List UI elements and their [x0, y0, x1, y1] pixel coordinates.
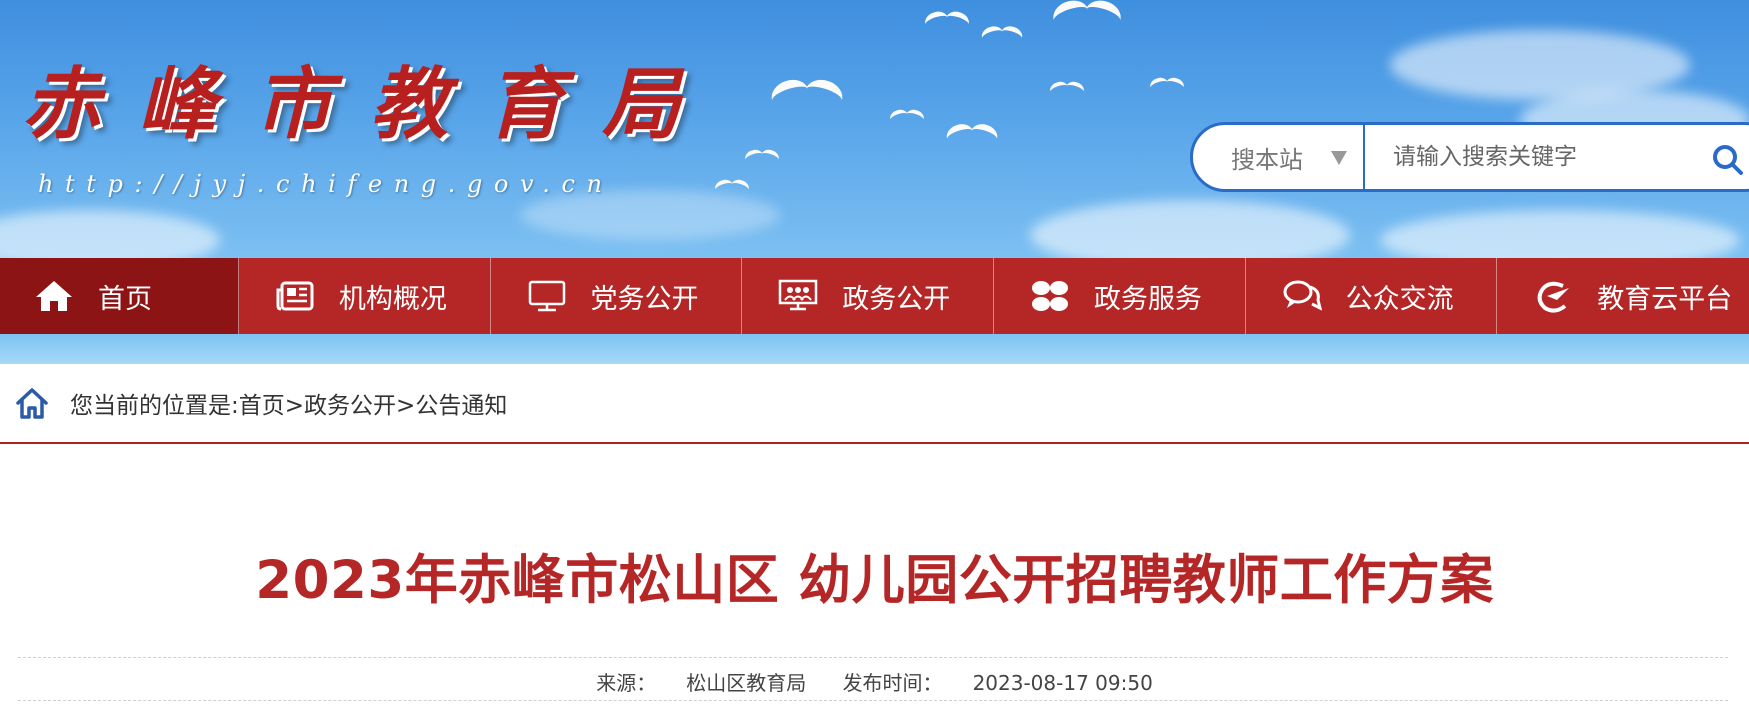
dove-icon [947, 125, 998, 146]
dove-icon [1150, 78, 1184, 92]
newspaper-icon [276, 281, 314, 311]
main-nav: 首页 机构概况 党务公开 政务公开 政务服务 公众交流 教育云平台 [0, 258, 1749, 334]
dove-icon [982, 27, 1023, 44]
breadcrumb-link-home[interactable]: 首页 [239, 393, 285, 419]
nav-item-label: 公众交流 [1345, 283, 1454, 315]
article-source: 来源： 松山区教育局 [596, 671, 806, 695]
breadcrumb-separator: > [284, 393, 305, 419]
presentation-icon [778, 279, 818, 311]
breadcrumb-link-notices[interactable]: 公告通知 [415, 393, 507, 419]
nav-item-label: 政务服务 [1093, 283, 1202, 315]
search-scope-label: 搜本站 [1231, 145, 1303, 174]
divider [18, 700, 1728, 701]
dove-icon [771, 80, 842, 109]
dove-icon [890, 110, 924, 124]
breadcrumb-path: 您当前的位置是:首页>政务公开>公告通知 [70, 386, 507, 420]
home-outline-icon [16, 388, 48, 419]
divider [18, 657, 1728, 658]
breadcrumb-link-government-affairs[interactable]: 政务公开 [304, 393, 396, 419]
article-title: 2023年赤峰市松山区 幼儿园公开招聘教师工作方案 [255, 550, 1494, 611]
breadcrumb-prefix: 您当前的位置是: [70, 393, 239, 419]
nav-item-label: 党务公开 [590, 283, 699, 315]
nav-item-party-affairs[interactable]: 党务公开 [491, 258, 743, 334]
nav-item-edu-cloud[interactable]: 教育云平台 [1497, 258, 1749, 334]
site-url: http://jyj.chifeng.gov.cn [38, 170, 614, 198]
article-meta: 来源： 松山区教育局 发布时间： 2023-08-17 09:50 [0, 667, 1749, 696]
breadcrumb: 您当前的位置是:首页>政务公开>公告通知 [0, 364, 1749, 444]
dove-icon [715, 180, 749, 194]
nav-item-label: 机构概况 [338, 283, 447, 315]
dove-icon [745, 150, 779, 164]
grid-icon [1031, 281, 1068, 311]
nav-item-label: 政务公开 [842, 283, 951, 315]
search-scope-select[interactable]: 搜本站 [1193, 125, 1365, 189]
nav-item-government-affairs[interactable]: 政务公开 [742, 258, 994, 334]
nav-item-organization[interactable]: 机构概况 [239, 258, 491, 334]
publish-value: 2023-08-17 09:50 [972, 671, 1153, 695]
nav-item-home[interactable]: 首页 [0, 258, 239, 334]
monitor-icon [528, 280, 565, 312]
header-banner: 赤峰市教育局 http://jyj.chifeng.gov.cn 搜本站 首页 [0, 0, 1749, 364]
home-icon [36, 281, 72, 311]
nav-item-label: 教育云平台 [1597, 283, 1733, 315]
source-label: 来源： [596, 671, 657, 695]
breadcrumb-separator: > [396, 393, 416, 419]
search-icon[interactable] [1711, 143, 1745, 177]
nav-item-government-services[interactable]: 政务服务 [994, 258, 1246, 334]
search-input[interactable] [1365, 125, 1665, 189]
source-value: 松山区教育局 [686, 671, 807, 695]
edu-cloud-icon [1537, 281, 1570, 313]
article-publish-time: 发布时间： 2023-08-17 09:50 [843, 671, 1153, 695]
dropdown-triangle-icon [1331, 151, 1347, 165]
nav-item-public-exchange[interactable]: 公众交流 [1246, 258, 1498, 334]
dove-icon [925, 12, 969, 30]
nav-item-label: 首页 [98, 283, 152, 315]
nav-bottom-strip [0, 334, 1749, 364]
dove-icon [1050, 82, 1084, 96]
search-bar: 搜本站 [1190, 122, 1749, 192]
site-title: 赤峰市教育局 [22, 59, 719, 150]
chat-bubbles-icon [1283, 280, 1322, 311]
dove-icon [1053, 1, 1121, 29]
publish-label: 发布时间： [842, 671, 943, 695]
